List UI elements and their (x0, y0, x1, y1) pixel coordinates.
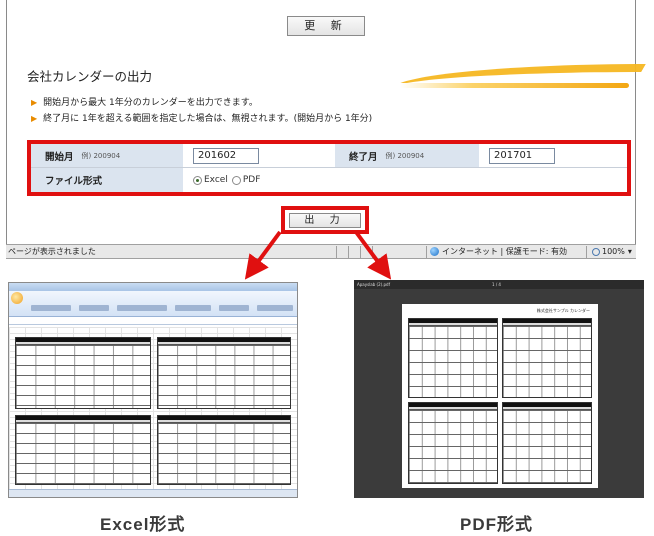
ribbon-group (257, 305, 293, 311)
pdf-radio[interactable] (231, 175, 241, 185)
pdf-page: 株式会社サンプル カレンダー (402, 304, 598, 488)
month-calendar (157, 337, 291, 409)
pdf-viewer-toolbar: Apayslab (2).pdf 1 / 4 (354, 280, 644, 289)
output-button[interactable]: 出 力 (289, 213, 361, 228)
end-month-example: 例) 200904 (385, 151, 425, 160)
title-underline-bar (27, 83, 629, 88)
status-divider (336, 246, 337, 258)
pdf-output-screenshot: Apayslab (2).pdf 1 / 4 株式会社サンプル カレンダー (354, 280, 644, 498)
pdf-radio-label[interactable]: PDF (243, 175, 261, 185)
file-format-row: ファイル形式 Excel PDF (31, 168, 627, 192)
excel-caption: Excel形式 (100, 515, 186, 534)
excel-sheet (9, 327, 297, 491)
month-range-row: 開始月 例) 200904 201602 終了月 例) 200904 20170… (31, 144, 627, 168)
status-divider (372, 246, 373, 258)
triangle-bullet-icon: ▶ (31, 98, 38, 107)
notes-list: ▶ 開始月から最大 1年分のカレンダーを出力できます。 ▶ 終了月に 1年を超え… (31, 95, 372, 127)
browser-window: 更 新 会社カレンダーの出力 ▶ 開始月から最大 1年分のカレンダーを出力できま… (6, 0, 646, 258)
start-month-label-cell: 開始月 例) 200904 (31, 144, 183, 167)
start-month-input[interactable]: 201602 (193, 147, 259, 164)
excel-sheet-tabs (9, 489, 297, 497)
ribbon-group (219, 305, 249, 311)
end-month-label: 終了月 (349, 151, 378, 163)
month-calendar (15, 415, 151, 485)
ribbon-group (117, 305, 167, 311)
security-zone-text: インターネット | 保護モード: 有効 (442, 247, 568, 256)
pdf-calendar-heading: 株式会社サンプル カレンダー (536, 308, 590, 313)
note-item: ▶ 終了月に 1年を超える範囲を指定した場合は、無視されます。(開始月から 1年… (31, 111, 372, 127)
status-divider (348, 246, 349, 258)
month-calendar (502, 318, 592, 398)
excel-radio-label[interactable]: Excel (204, 175, 228, 185)
browser-statusbar: ページが表示されました インターネット | 保護モード: 有効 100% ▾ (6, 244, 636, 259)
note-text: 開始月から最大 1年分のカレンダーを出力できます。 (43, 98, 258, 108)
update-button[interactable]: 更 新 (287, 16, 365, 36)
end-month-value-cell: 201701 (479, 144, 627, 167)
globe-icon (430, 247, 439, 256)
chevron-down-icon: ▾ (627, 247, 632, 256)
zoom-icon (592, 247, 600, 256)
end-month-input[interactable]: 201701 (489, 147, 555, 164)
output-button-highlight: 出 力 (281, 206, 369, 234)
office-logo-icon (11, 292, 23, 304)
status-divider (360, 246, 361, 258)
zoom-level: 100% (602, 247, 625, 256)
status-divider (426, 246, 427, 258)
excel-titlebar (9, 283, 297, 291)
start-month-value-cell: 201602 (183, 144, 335, 167)
excel-radio[interactable] (193, 175, 202, 185)
status-divider (586, 246, 587, 258)
zoom-control[interactable]: 100% ▾ (592, 245, 632, 258)
month-calendar (157, 415, 291, 485)
note-text: 終了月に 1年を超える範囲を指定した場合は、無視されます。(開始月から 1年分) (43, 114, 373, 124)
start-month-example: 例) 200904 (81, 151, 121, 160)
month-calendar (502, 402, 592, 484)
file-format-radio-group: Excel PDF (193, 175, 260, 185)
ribbon-group (31, 305, 71, 311)
month-calendar (408, 318, 498, 398)
pdf-caption: PDF形式 (460, 515, 533, 534)
calendar-output-form: 開始月 例) 200904 201602 終了月 例) 200904 20170… (27, 140, 631, 196)
pdf-file-name: Apayslab (2).pdf (357, 282, 390, 287)
security-zone[interactable]: インターネット | 保護モード: 有効 (430, 245, 567, 258)
file-format-label-cell: ファイル形式 (31, 168, 183, 192)
excel-ribbon (9, 291, 297, 317)
end-month-label-cell: 終了月 例) 200904 (335, 144, 479, 167)
start-month-label: 開始月 (45, 151, 74, 163)
pdf-page-indicator: 1 / 4 (492, 282, 501, 287)
triangle-bullet-icon: ▶ (31, 114, 38, 123)
ribbon-group (79, 305, 109, 311)
month-calendar (15, 337, 151, 409)
file-format-value-cell: Excel PDF (183, 168, 627, 192)
status-text: ページが表示されました (8, 247, 96, 256)
month-calendar (408, 402, 498, 484)
ribbon-group (175, 305, 211, 311)
excel-output-screenshot (8, 282, 298, 498)
excel-formula-bar (9, 317, 297, 325)
file-format-label: ファイル形式 (45, 176, 103, 187)
note-item: ▶ 開始月から最大 1年分のカレンダーを出力できます。 (31, 95, 372, 111)
